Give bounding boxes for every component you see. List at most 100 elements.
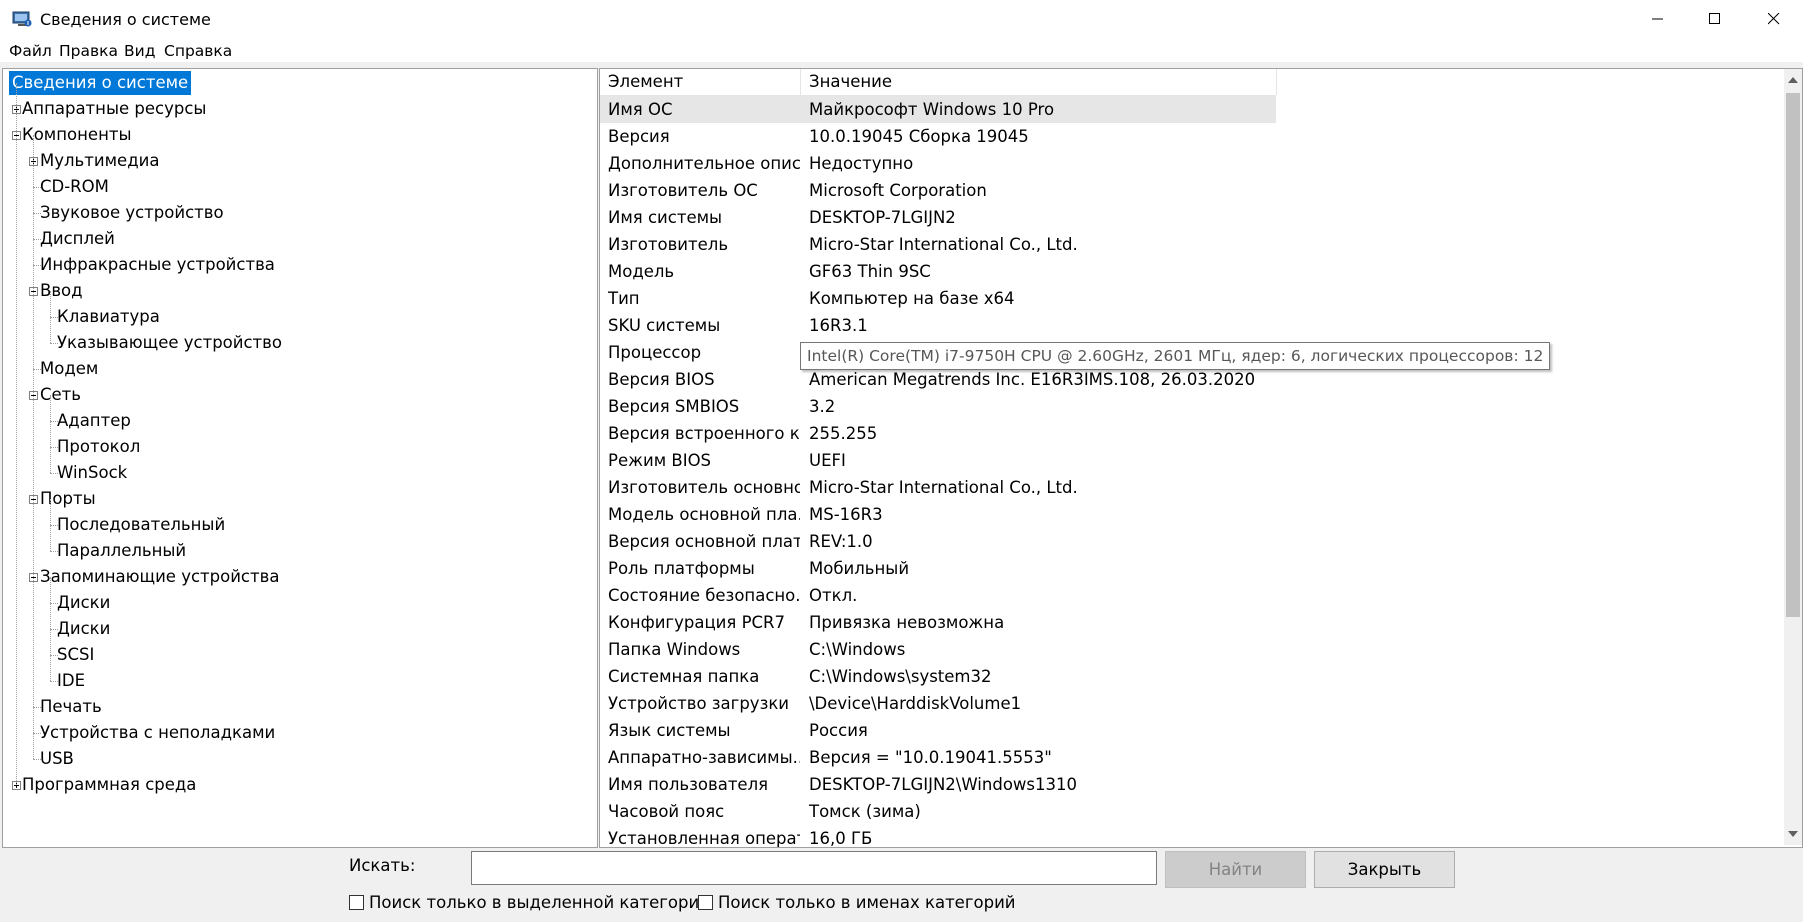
table-row[interactable]: Роль платформы Мобильный: [600, 555, 1276, 582]
table-row[interactable]: Имя пользователя DESKTOP-7LGIJN2\Windows1…: [600, 771, 1276, 798]
item-value-cell: DESKTOP-7LGIJN2\Windows1310: [809, 775, 1078, 794]
selected-category-checkbox[interactable]: [349, 895, 364, 910]
category-tree[interactable]: Сведения о системе Аппаратные ресурсы Комп…: [2, 68, 598, 848]
vertical-scrollbar[interactable]: [1784, 69, 1802, 845]
menu-view[interactable]: Вид: [124, 42, 155, 60]
item-name-cell: Изготовитель: [608, 235, 729, 254]
table-row[interactable]: Изготовитель основно... Micro-Star Intern…: [600, 474, 1276, 501]
item-name-cell: Режим BIOS: [608, 451, 712, 470]
tree-item[interactable]: Порты: [40, 487, 96, 511]
item-value-cell: 16R3.1: [809, 316, 868, 335]
tree-item[interactable]: Параллельный: [57, 539, 186, 563]
find-button[interactable]: Найти: [1165, 851, 1306, 888]
table-row[interactable]: Модель основной пла... MS-16R3: [600, 501, 1276, 528]
search-input[interactable]: [471, 851, 1157, 885]
search-label: Искать:: [349, 856, 416, 875]
table-row[interactable]: Версия SMBIOS 3.2: [600, 393, 1276, 420]
maximize-button[interactable]: [1687, 0, 1744, 40]
tree-item[interactable]: Звуковое устройство: [40, 201, 224, 225]
table-row[interactable]: Состояние безопасно... Откл.: [600, 582, 1276, 609]
tree-item[interactable]: Адаптер: [57, 409, 131, 433]
tree-item[interactable]: Модем: [40, 357, 98, 381]
category-names-checkbox[interactable]: [698, 895, 713, 910]
tree-item[interactable]: IDE: [57, 669, 85, 693]
table-row[interactable]: Часовой пояс Томск (зима): [600, 798, 1276, 825]
scroll-down-icon[interactable]: [1788, 831, 1798, 837]
tree-item[interactable]: Мультимедиа: [40, 149, 159, 173]
close-icon: [1768, 13, 1780, 25]
table-row[interactable]: Устройство загрузки \Device\HarddiskVolum…: [600, 690, 1276, 717]
tree-item[interactable]: Печать: [40, 695, 102, 719]
tree-item[interactable]: Сведения о системе: [9, 71, 192, 95]
tree-item[interactable]: Диски: [57, 617, 110, 641]
item-name-cell: Устройство загрузки: [608, 694, 790, 713]
table-row[interactable]: Изготовитель ОС Microsoft Corporation: [600, 177, 1276, 204]
tree-item[interactable]: Дисплей: [40, 227, 115, 251]
menu-bar: Файл Правка Вид Справка: [0, 40, 1803, 62]
table-row[interactable]: Имя ОС Майкрософт Windows 10 Pro: [600, 96, 1276, 123]
tree-connector: [50, 395, 51, 473]
tree-item[interactable]: Протокол: [57, 435, 140, 459]
close-button[interactable]: Закрыть: [1314, 851, 1455, 888]
menu-edit[interactable]: Правка: [59, 42, 118, 60]
tree-item[interactable]: Указывающее устройство: [57, 331, 282, 355]
category-names-checkbox-label[interactable]: Поиск только в именах категорий: [718, 893, 1016, 912]
item-name-cell: Тип: [608, 289, 640, 308]
scroll-up-icon[interactable]: [1788, 77, 1798, 83]
item-value-cell: Micro-Star International Co., Ltd.: [809, 478, 1078, 497]
tree-item[interactable]: Инфракрасные устройства: [40, 253, 275, 277]
table-row[interactable]: Имя системы DESKTOP-7LGIJN2: [600, 204, 1276, 231]
details-list[interactable]: Элемент Значение Имя ОС Майкрософт Window…: [599, 68, 1803, 848]
table-row[interactable]: Дополнительное опис... Недоступно: [600, 150, 1276, 177]
tree-item[interactable]: USB: [40, 747, 74, 771]
table-row[interactable]: Папка Windows C:\Windows: [600, 636, 1276, 663]
table-row[interactable]: Версия 10.0.19045 Сборка 19045: [600, 123, 1276, 150]
tree-item[interactable]: Аппаратные ресурсы: [22, 97, 206, 121]
item-value-cell: DESKTOP-7LGIJN2: [809, 208, 956, 227]
item-name-cell: Состояние безопасно...: [608, 586, 800, 605]
table-row[interactable]: Системная папка C:\Windows\system32: [600, 663, 1276, 690]
tree-item[interactable]: WinSock: [57, 461, 127, 485]
column-header-value[interactable]: Значение: [809, 69, 892, 95]
table-row[interactable]: Конфигурация PCR7 Привязка невозможна: [600, 609, 1276, 636]
tree-connector: [50, 291, 51, 343]
tree-item[interactable]: Компоненты: [22, 123, 132, 147]
item-name-cell: Язык системы: [608, 721, 731, 740]
table-row[interactable]: Версия встроенного к... 255.255: [600, 420, 1276, 447]
item-value-cell: Привязка невозможна: [809, 613, 1005, 632]
table-row[interactable]: Аппаратно-зависимы... Версия = "10.0.1904…: [600, 744, 1276, 771]
minimize-button[interactable]: [1630, 0, 1687, 40]
column-divider[interactable]: [1276, 69, 1277, 95]
tree-item[interactable]: Устройства с неполадками: [40, 721, 275, 745]
tree-item[interactable]: Диски: [57, 591, 110, 615]
close-window-button[interactable]: [1746, 0, 1803, 40]
tree-connector: [33, 135, 34, 759]
selected-category-checkbox-label[interactable]: Поиск только в выделенной категории: [369, 893, 710, 912]
column-divider[interactable]: [800, 69, 801, 95]
table-row[interactable]: Версия BIOS American Megatrends Inc. E16R…: [600, 366, 1276, 393]
table-row[interactable]: Версия основной платы REV:1.0: [600, 528, 1276, 555]
table-row[interactable]: Модель GF63 Thin 9SC: [600, 258, 1276, 285]
menu-file[interactable]: Файл: [9, 42, 52, 60]
menu-help[interactable]: Справка: [164, 42, 232, 60]
table-row[interactable]: Язык системы Россия: [600, 717, 1276, 744]
table-row[interactable]: Тип Компьютер на базе x64: [600, 285, 1276, 312]
item-value-cell: Мобильный: [809, 559, 910, 578]
tree-item[interactable]: Запоминающие устройства: [40, 565, 279, 589]
item-value-cell: Micro-Star International Co., Ltd.: [809, 235, 1078, 254]
table-row[interactable]: SKU системы 16R3.1: [600, 312, 1276, 339]
tree-item[interactable]: Программная среда: [22, 773, 196, 797]
table-row[interactable]: Установленная операт... 16,0 ГБ: [600, 825, 1276, 847]
item-name-cell: Часовой пояс: [608, 802, 725, 821]
column-header-item[interactable]: Элемент: [608, 69, 683, 95]
item-value-cell: American Megatrends Inc. E16R3IMS.108, 2…: [809, 370, 1256, 389]
tree-item[interactable]: CD-ROM: [40, 175, 109, 199]
table-row[interactable]: Режим BIOS UEFI: [600, 447, 1276, 474]
table-row[interactable]: Изготовитель Micro-Star International Co.…: [600, 231, 1276, 258]
tree-item[interactable]: Сеть: [40, 383, 81, 407]
tree-item[interactable]: Последовательный: [57, 513, 225, 537]
scrollbar-thumb[interactable]: [1786, 93, 1800, 617]
tree-item[interactable]: SCSI: [57, 643, 94, 667]
tree-item[interactable]: Клавиатура: [57, 305, 160, 329]
tree-item[interactable]: Ввод: [40, 279, 83, 303]
